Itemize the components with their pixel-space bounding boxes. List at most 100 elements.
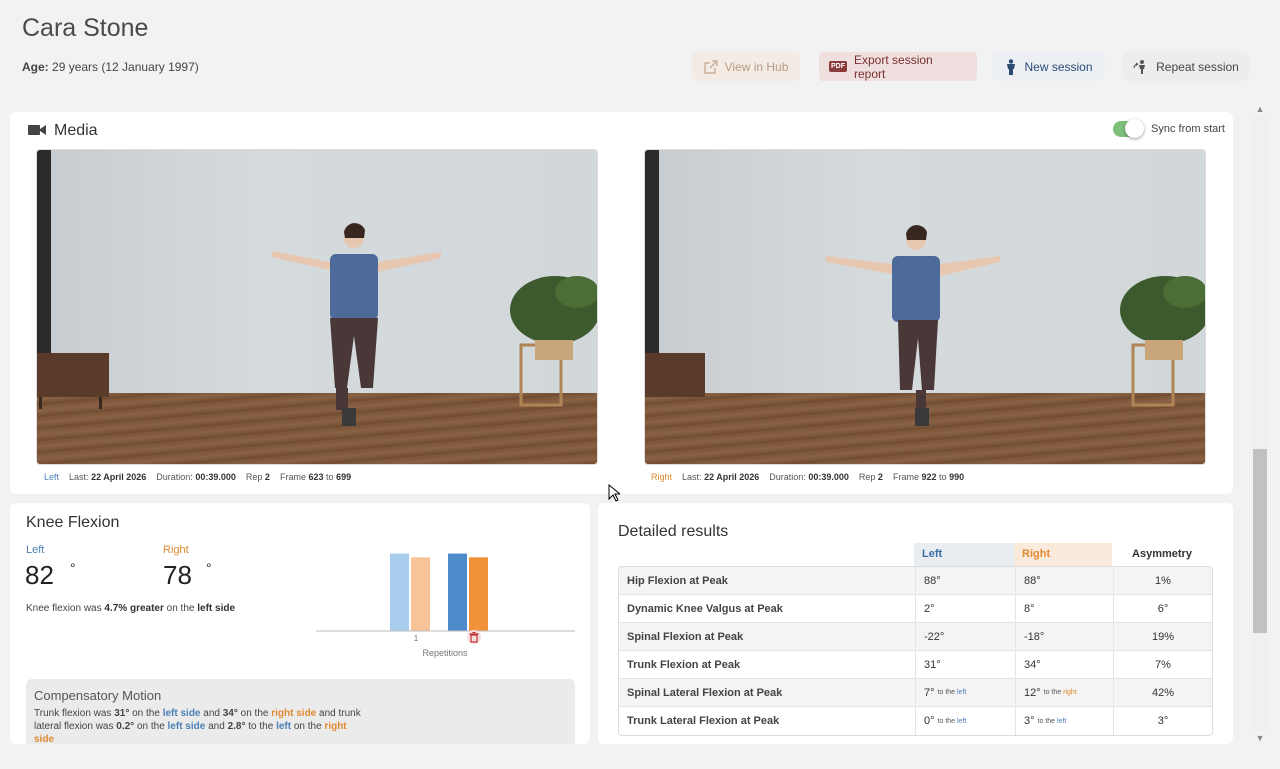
caption-frame-to: 990 xyxy=(949,472,965,482)
summary-text: on the xyxy=(163,603,198,614)
sync-toggle[interactable] xyxy=(1113,119,1144,138)
direction-text: to the xyxy=(1037,717,1056,725)
sync-from-start: Sync from start xyxy=(1113,119,1225,138)
metric-left: 0° to the left xyxy=(915,707,1015,735)
delete-rep-icon[interactable] xyxy=(467,630,481,644)
table-row: Hip Flexion at Peak 88° 88° 1% xyxy=(619,567,1212,595)
metric-left: -22° xyxy=(915,623,1015,650)
video-right-caption: Right Last: 22 April 2026 Duration: 00:3… xyxy=(651,472,964,482)
column-header-left: Left xyxy=(914,543,1014,566)
caption-rep: 2 xyxy=(877,472,883,482)
scroll-thumb[interactable] xyxy=(1253,449,1267,633)
summary-side: left side xyxy=(197,603,236,614)
export-session-report-button[interactable]: PDF Export session report xyxy=(819,52,977,81)
new-session-button[interactable]: New session xyxy=(993,52,1105,81)
metric-left-value: -22° xyxy=(924,630,945,643)
export-label: Export session report xyxy=(854,52,933,81)
knee-flexion-chart: 1 Repetitions xyxy=(316,553,575,658)
metric-right: 3° to the left xyxy=(1015,707,1113,735)
knee-left-value: 82 xyxy=(25,560,54,590)
repeat-session-label: Repeat session xyxy=(1156,59,1239,74)
compensatory-text: Trunk flexion was 31° on the left side a… xyxy=(34,707,364,746)
metric-asymmetry: 42% xyxy=(1113,679,1212,706)
summary-text: Knee flexion was xyxy=(26,603,105,614)
knee-summary: Knee flexion was 4.7% greater on the lef… xyxy=(26,603,235,614)
direction-text: to the xyxy=(937,717,956,725)
comp-value: 31° xyxy=(114,708,130,719)
metric-left-value: 2° xyxy=(924,602,935,615)
pdf-icon: PDF xyxy=(829,61,847,72)
direction-note: to the right xyxy=(1044,689,1077,696)
age-value: 29 years (12 January 1997) xyxy=(52,60,199,74)
mouse-cursor-icon xyxy=(608,484,620,502)
external-link-icon xyxy=(703,59,718,74)
comp-text: Trunk flexion was xyxy=(34,708,115,719)
metric-right: 12° to the right xyxy=(1015,679,1113,706)
metric-name: Spinal Flexion at Peak xyxy=(627,630,744,643)
caption-frame-from: 922 xyxy=(921,472,937,482)
caption-side: Left xyxy=(44,472,60,482)
scroll-up-icon[interactable]: ▲ xyxy=(1253,103,1267,115)
compensatory-title: Compensatory Motion xyxy=(34,688,162,703)
metric-asymmetry: 3° xyxy=(1113,707,1212,735)
caption-last-label: Last: xyxy=(682,472,702,482)
comp-value: 34° xyxy=(222,708,238,719)
results-table: Hip Flexion at Peak 88° 88° 1% Dynamic K… xyxy=(618,566,1213,736)
direction-side: right xyxy=(1063,689,1077,696)
detailed-results-title: Detailed results xyxy=(618,523,729,540)
person-icon xyxy=(1007,58,1016,75)
comp-text: and xyxy=(205,721,228,732)
video-left-caption: Left Last: 22 April 2026 Duration: 00:39… xyxy=(44,472,351,482)
direction-side: left xyxy=(957,717,967,725)
direction-side: left xyxy=(957,689,967,696)
caption-last-label: Last: xyxy=(69,472,89,482)
video-right[interactable] xyxy=(644,149,1206,465)
knee-left-label: Left xyxy=(26,544,45,556)
metric-asymmetry: 19% xyxy=(1113,623,1212,650)
caption-duration-label: Duration: xyxy=(769,472,806,482)
direction-side: left xyxy=(1057,717,1067,725)
page-scrollbar[interactable]: ▲ ▼ xyxy=(1253,103,1267,744)
sync-toggle-knob[interactable] xyxy=(1125,119,1144,138)
caption-rep: 2 xyxy=(264,472,270,482)
metric-right-value: 34° xyxy=(1024,658,1041,671)
caption-frame-label: Frame xyxy=(279,472,306,482)
comp-text: on the xyxy=(291,721,325,732)
comp-text: and xyxy=(200,708,223,719)
knee-left-degree: ° xyxy=(70,560,76,576)
caption-duration-label: Duration: xyxy=(156,472,193,482)
metric-left-value: 88° xyxy=(924,574,941,587)
caption-frame-to: 699 xyxy=(336,472,352,482)
video-left[interactable] xyxy=(36,149,598,465)
scroll-track[interactable] xyxy=(1253,115,1267,732)
sync-label: Sync from start xyxy=(1151,123,1225,135)
metric-left: 31° xyxy=(915,651,1015,678)
repeat-person-icon xyxy=(1133,59,1146,74)
caption-last: 22 April 2026 xyxy=(704,472,760,482)
summary-percent: 4.7% greater xyxy=(104,603,164,614)
video-right-scene xyxy=(645,150,1205,426)
metric-right: 34° xyxy=(1015,651,1113,678)
metric-name: Trunk Flexion at Peak xyxy=(627,658,741,671)
caption-duration: 00:39.000 xyxy=(195,472,236,482)
metric-name: Spinal Lateral Flexion at Peak xyxy=(627,686,783,699)
metric-right: 8° xyxy=(1015,595,1113,622)
comp-text: to the xyxy=(245,721,277,732)
view-in-hub-label: View in Hub xyxy=(724,59,789,74)
view-in-hub-button[interactable]: View in Hub xyxy=(692,52,800,81)
direction-text: to the xyxy=(937,689,956,696)
repeat-session-button[interactable]: Repeat session xyxy=(1123,52,1249,81)
metric-left: 88° xyxy=(915,567,1015,594)
metric-asymmetry: 6° xyxy=(1113,595,1212,622)
caption-to-label: to xyxy=(939,472,947,482)
caption-duration: 00:39.000 xyxy=(808,472,849,482)
knee-flexion-title: Knee Flexion xyxy=(26,514,120,531)
caption-frame-from: 623 xyxy=(308,472,324,482)
caption-frame-label: Frame xyxy=(892,472,919,482)
caption-rep-label: Rep xyxy=(245,472,263,482)
comp-side: left side xyxy=(167,721,206,732)
caption-last: 22 April 2026 xyxy=(91,472,147,482)
scroll-down-icon[interactable]: ▼ xyxy=(1253,732,1267,744)
x-tick-label: 1 xyxy=(414,634,419,643)
direction-note: to the left xyxy=(938,689,967,696)
